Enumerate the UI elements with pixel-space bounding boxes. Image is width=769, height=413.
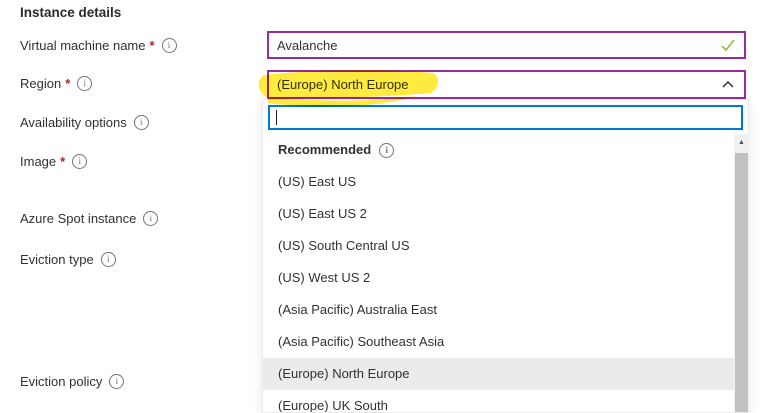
chevron-up-icon[interactable] (720, 77, 736, 93)
field-label-eviction-type: Eviction type i (20, 252, 116, 267)
info-icon[interactable]: i (109, 374, 124, 389)
field-label-azure-spot-instance: Azure Spot instance i (20, 211, 158, 226)
info-icon[interactable]: i (77, 76, 92, 91)
region-option[interactable]: (Asia Pacific) Australia East (263, 294, 734, 326)
region-option[interactable]: (US) West US 2 (263, 262, 734, 294)
validation-check-icon (720, 37, 736, 53)
region-option[interactable]: (Asia Pacific) Southeast Asia (263, 326, 734, 358)
label-text: Azure Spot instance (20, 211, 136, 226)
region-option[interactable]: (US) South Central US (263, 230, 734, 262)
label-text: Image (20, 154, 56, 169)
required-asterisk: * (150, 38, 155, 53)
region-option-selected[interactable]: (Europe) North Europe (263, 358, 734, 390)
label-text: Availability options (20, 115, 127, 130)
scrollbar-thumb[interactable] (735, 153, 748, 412)
label-text: Eviction type (20, 252, 94, 267)
section-heading: Instance details (20, 5, 121, 20)
region-option[interactable]: (US) East US (263, 166, 734, 198)
info-icon[interactable]: i (379, 143, 394, 158)
field-label-image: Image * i (20, 154, 87, 169)
dropdown-search-input[interactable] (270, 107, 741, 128)
field-label-virtual-machine-name: Virtual machine name * i (20, 38, 177, 53)
dropdown-group-header: Recommended i (263, 134, 734, 166)
info-icon[interactable]: i (162, 38, 177, 53)
dropdown-search-box[interactable] (268, 105, 743, 130)
group-header-text: Recommended (278, 134, 371, 166)
info-icon[interactable]: i (143, 211, 158, 226)
scrollbar[interactable]: ▲ (734, 134, 749, 412)
region-dropdown-flyout: Recommended i (US) East US (US) East US … (262, 99, 749, 413)
region-option[interactable]: (Europe) UK South (263, 390, 734, 412)
field-label-eviction-policy: Eviction policy i (20, 374, 124, 389)
vm-name-input[interactable]: Avalanche (267, 31, 746, 59)
region-option[interactable]: (US) East US 2 (263, 198, 734, 230)
region-selected-value: (Europe) North Europe (277, 77, 720, 92)
required-asterisk: * (60, 154, 65, 169)
info-icon[interactable]: i (134, 115, 149, 130)
required-asterisk: * (65, 76, 70, 91)
region-options-list: Recommended i (US) East US (US) East US … (263, 134, 748, 412)
field-label-availability-options: Availability options i (20, 115, 149, 130)
label-text: Eviction policy (20, 374, 102, 389)
label-text: Virtual machine name (20, 38, 146, 53)
info-icon[interactable]: i (101, 252, 116, 267)
scrollbar-up-button[interactable]: ▲ (734, 134, 749, 152)
region-dropdown[interactable]: (Europe) North Europe (267, 70, 746, 99)
info-icon[interactable]: i (72, 154, 87, 169)
label-text: Region (20, 76, 61, 91)
field-label-region: Region * i (20, 76, 92, 91)
vm-name-value: Avalanche (277, 38, 720, 53)
text-caret (276, 110, 277, 125)
